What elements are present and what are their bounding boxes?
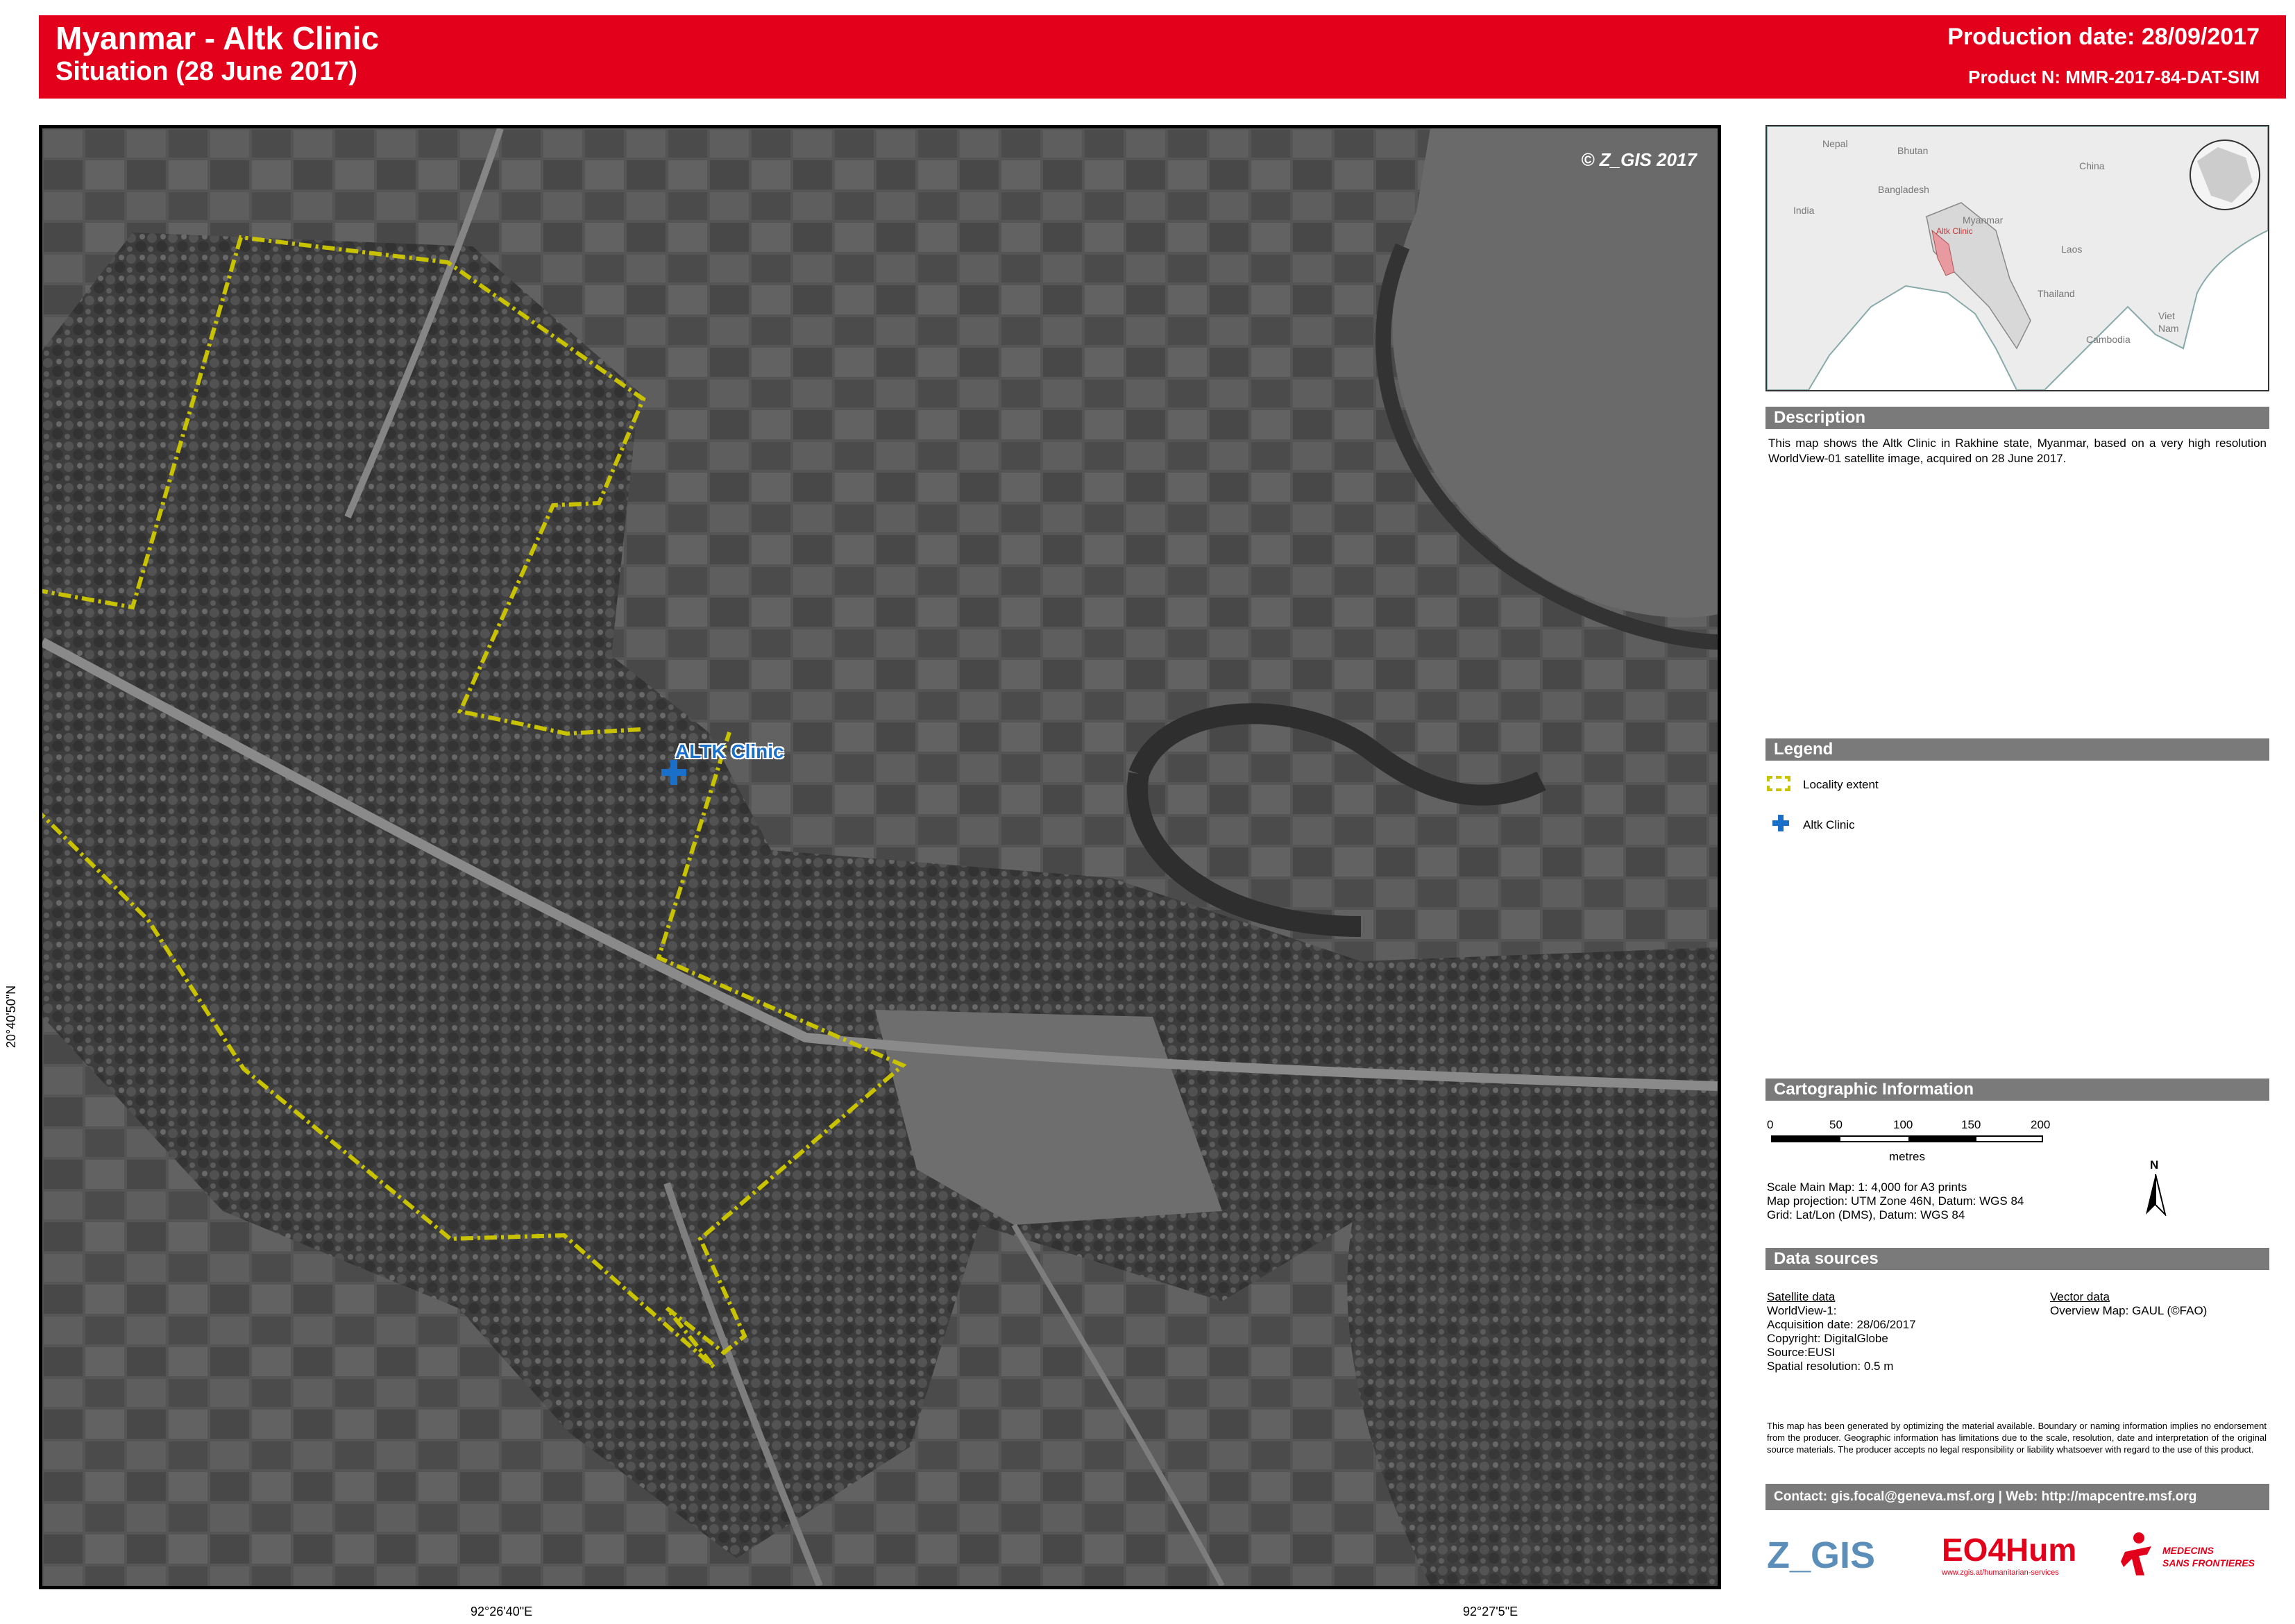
lat-label: 20°40'50"N: [4, 985, 18, 1048]
scale-tick-200: 200: [2031, 1118, 2051, 1131]
satellite-line-5: Spatial resolution: 0.5 m: [1767, 1360, 1894, 1373]
disclaimer-text: This map has been generated by optimizin…: [1767, 1421, 2267, 1455]
satellite-line-4: Source:EUSI: [1767, 1346, 1836, 1359]
msf-runner-icon: [2121, 1532, 2151, 1575]
eo4hum-url: www.zgis.at/humanitarian-services: [1942, 1568, 2059, 1577]
projection-text: Map projection: UTM Zone 46N, Datum: WGS…: [1767, 1194, 2024, 1208]
vector-line-1: Overview Map: GAUL (©FAO): [2050, 1304, 2208, 1317]
product-number: Product N: MMR-2017-84-DAT-SIM: [1968, 67, 2260, 87]
vector-heading: Vector data: [2050, 1290, 2110, 1303]
clinic-cross-icon: [1772, 815, 1789, 831]
north-arrow-icon: [2146, 1174, 2167, 1216]
data-sources-heading: Data sources: [1765, 1248, 2269, 1270]
eo4hum-logo: EO4Hum www.zgis.at/humanitarian-services: [1942, 1531, 2077, 1587]
overview-map-graphic: [1767, 126, 2268, 390]
title-banner: Myanmar - Altk Clinic Situation (28 June…: [39, 15, 2286, 99]
label-bangladesh: Bangladesh: [1878, 184, 1929, 195]
msf-text-2: SANS FRONTIERES: [2162, 1557, 2255, 1568]
satellite-image: [42, 128, 1718, 1586]
label-laos: Laos: [2061, 244, 2083, 255]
legend-heading: Legend: [1765, 738, 2269, 761]
label-thailand: Thailand: [2038, 288, 2075, 299]
scale-tick-50: 50: [1829, 1118, 1843, 1131]
scale-tick-100: 100: [1893, 1118, 1913, 1131]
legend-item-locality: Locality extent: [1803, 778, 1879, 791]
legend-item-clinic: Altk Clinic: [1803, 818, 1855, 831]
satellite-line-2: Acquisition date: 28/06/2017: [1767, 1318, 1916, 1331]
map-title: Myanmar - Altk Clinic: [56, 20, 380, 56]
satellite-heading: Satellite data: [1767, 1290, 1836, 1303]
satellite-line-1: WorldView-1:: [1767, 1304, 1837, 1317]
zgis-logo-text: Z_GIS: [1767, 1534, 1876, 1576]
label-vietnam-2: Nam: [2158, 323, 2179, 334]
north-label: N: [2150, 1158, 2159, 1172]
overview-map[interactable]: Nepal Bhutan China India Bangladesh Myan…: [1765, 125, 2269, 391]
scale-tick-0: 0: [1767, 1118, 1774, 1131]
map-subtitle: Situation (28 June 2017): [56, 57, 358, 86]
scale-bar: [1771, 1135, 2043, 1142]
label-cambodia: Cambodia: [2086, 334, 2131, 345]
map-copyright: © Z_GIS 2017: [1581, 149, 1697, 170]
satellite-line-3: Copyright: DigitalGlobe: [1767, 1332, 1888, 1345]
grid-text: Grid: Lat/Lon (DMS), Datum: WGS 84: [1767, 1208, 1965, 1221]
label-bhutan: Bhutan: [1897, 145, 1929, 156]
zgis-logo: Z_GIS: [1767, 1534, 1878, 1576]
label-india: India: [1793, 205, 1815, 216]
description-heading: Description: [1765, 407, 2269, 429]
scale-unit: metres: [1889, 1150, 1925, 1163]
eo4hum-logo-text: EO4Hum: [1942, 1532, 2077, 1568]
clinic-label: ALTK Clinic: [675, 741, 784, 762]
lon-label-1: 92°26'40"E: [471, 1605, 533, 1618]
contact-bar: Contact: gis.focal@geneva.msf.org | Web:…: [1765, 1484, 2269, 1510]
cartographic-heading: Cartographic Information: [1765, 1079, 2269, 1101]
label-nepal: Nepal: [1822, 138, 1848, 149]
production-date: Production date: 28/09/2017: [1947, 24, 2260, 50]
description-text: This map shows the Altk Clinic in Rakhin…: [1768, 437, 2267, 465]
lon-label-2: 92°27'5"E: [1463, 1605, 1518, 1618]
msf-logo: MEDECINS SANS FRONTIERES: [2118, 1531, 2257, 1587]
main-map[interactable]: © Z_GIS 2017 ALTK Clinic: [39, 125, 1721, 1589]
locality-extent-icon: [1767, 776, 1790, 791]
scale-text: Scale Main Map: 1: 4,000 for A3 prints: [1767, 1181, 1967, 1194]
msf-text-1: MEDECINS: [2162, 1545, 2214, 1556]
label-clinic-overview: Altk Clinic: [1936, 226, 1973, 236]
scale-tick-150: 150: [1961, 1118, 1981, 1131]
label-china: China: [2079, 160, 2105, 171]
